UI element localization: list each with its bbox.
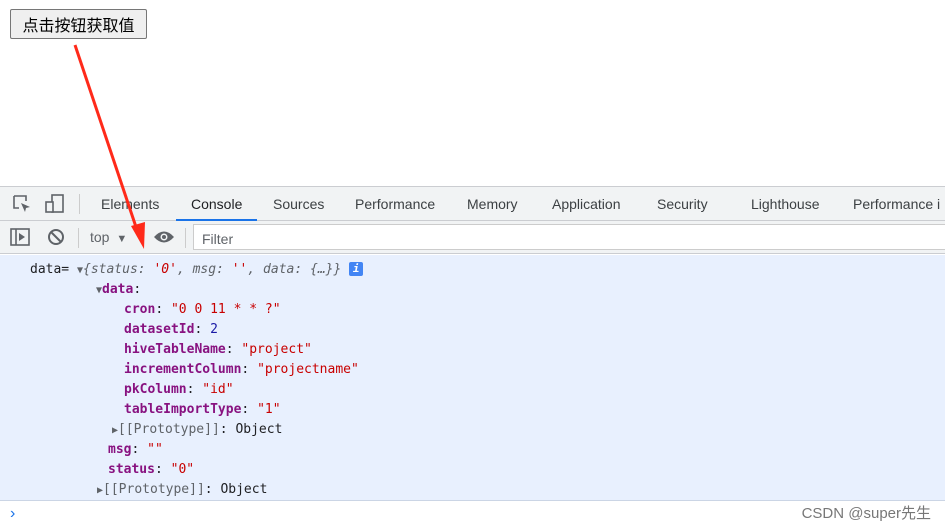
red-arrow-annotation: [73, 44, 145, 249]
